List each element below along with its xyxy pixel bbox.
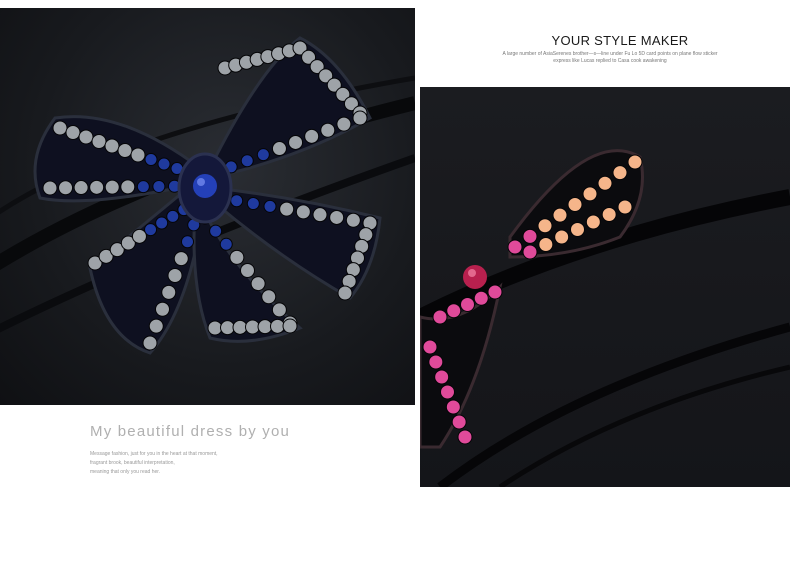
rhinestone: [155, 301, 170, 317]
rhinestone: [597, 175, 613, 191]
rhinestone: [161, 284, 177, 300]
product-photo-right: [420, 87, 790, 487]
rhinestone: [181, 235, 194, 249]
rhinestone: [104, 138, 120, 154]
rhinestone: [65, 125, 81, 140]
rhinestone: [270, 318, 285, 334]
rhinestone: [130, 147, 146, 163]
rhinestone: [261, 289, 277, 305]
rhinestone: [220, 320, 235, 336]
body-line: Message fashion, just for you in the hea…: [90, 451, 218, 457]
rhinestone: [240, 263, 255, 278]
rhinestone: [304, 128, 320, 144]
rhinestone: [263, 199, 277, 213]
rhinestone: [89, 179, 105, 195]
rhinestone: [451, 414, 467, 430]
rhinestone: [612, 165, 628, 181]
rhinestone: [336, 116, 352, 132]
rhinestone: [434, 369, 450, 385]
rhinestone: [152, 179, 166, 193]
rhinestone: [142, 335, 158, 351]
rhinestone: [288, 134, 304, 150]
rhinestone: [167, 268, 183, 283]
rhinestone: [52, 120, 68, 136]
rhinestone: [250, 276, 266, 292]
rhinestone: [246, 197, 260, 211]
style-maker-subtitle: A large number of AsiaSerenes brother—s—…: [440, 51, 780, 65]
rhinestone: [157, 157, 171, 171]
style-maker-heading: YOUR STYLE MAKER: [551, 33, 689, 48]
rhinestone: [312, 207, 328, 223]
product-photo-left: [0, 8, 415, 405]
rhinestone: [104, 179, 120, 195]
rhinestone: [473, 290, 489, 306]
beautiful-dress-body: Message fashion, just for you in the hea…: [90, 450, 310, 477]
body-line: fragrant brook, beautiful interpretation…: [90, 460, 175, 466]
rhinestone: [58, 180, 74, 196]
rhinestone: [582, 186, 598, 202]
rhinestone: [422, 339, 438, 355]
rhinestone: [585, 214, 601, 230]
rhinestone: [256, 148, 270, 162]
rhinestone: [120, 179, 136, 195]
rhinestone: [627, 154, 643, 170]
rhinestone: [91, 134, 107, 149]
subtitle-line: A large number of AsiaSerenes brother—s—…: [502, 51, 718, 57]
bow-clip-illustration-right: [420, 149, 790, 487]
rhinestone: [209, 224, 223, 238]
rhinestone: [457, 429, 473, 445]
rhinestone: [219, 237, 233, 251]
rhinestone: [257, 319, 273, 335]
rhinestone: [166, 209, 180, 223]
rhinestone: [432, 309, 448, 325]
rhinestone: [229, 249, 245, 265]
rhinestone: [446, 303, 462, 319]
rhinestone: [445, 399, 461, 415]
rhinestone: [73, 180, 89, 196]
body-line: meaning that only you read her.: [90, 469, 161, 475]
rhinestone: [487, 284, 503, 300]
rhinestone: [538, 237, 554, 252]
rhinestone: [173, 251, 189, 267]
subtitle-line: express like Lucas replied to Casa cook …: [553, 58, 667, 64]
rhinestone: [279, 201, 295, 217]
rhinestone: [352, 110, 368, 126]
rhinestone: [337, 285, 353, 301]
rhinestone: [554, 229, 570, 245]
rhinestone: [245, 319, 260, 335]
rhinestone: [507, 239, 523, 255]
rhinestone: [155, 216, 169, 230]
rhinestone: [144, 223, 158, 237]
rhinestone: [207, 320, 223, 336]
rhinestone: [282, 318, 298, 334]
beautiful-dress-heading: My beautiful dress by you: [90, 423, 291, 440]
rhinestone: [144, 153, 158, 166]
rhinestone: [78, 129, 94, 145]
rhinestone: [552, 207, 568, 223]
rhinestone: [271, 141, 287, 157]
bow-clip-illustration-left: [0, 36, 415, 355]
rhinestone: [232, 319, 248, 335]
rhinestone: [42, 180, 58, 196]
rhinestone: [295, 204, 311, 220]
rhinestone: [230, 194, 244, 208]
rhinestone: [440, 384, 455, 400]
rhinestone: [428, 354, 444, 370]
rhinestone: [567, 197, 583, 212]
rhinestone: [617, 199, 633, 215]
rhinestone: [240, 154, 254, 168]
rhinestone: [329, 209, 345, 225]
rhinestone: [271, 302, 287, 318]
rhinestone: [601, 207, 617, 222]
rhinestone: [570, 222, 585, 237]
rhinestone: [117, 143, 133, 158]
rhinestone: [320, 122, 336, 138]
rhinestone: [136, 180, 150, 194]
rhinestone: [537, 218, 553, 234]
rhinestone: [522, 244, 538, 260]
rhinestone: [522, 228, 538, 244]
rhinestone: [148, 318, 164, 334]
rhinestone: [345, 212, 361, 228]
rhinestone: [460, 297, 475, 312]
